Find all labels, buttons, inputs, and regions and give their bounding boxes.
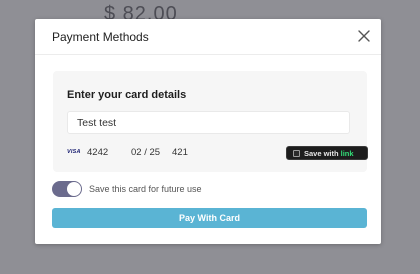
pay-with-card-button[interactable]: Pay With Card: [52, 208, 367, 228]
modal-title: Payment Methods: [52, 30, 149, 44]
modal-header: Payment Methods: [35, 19, 381, 55]
toggle-knob: [67, 182, 81, 196]
close-icon[interactable]: [357, 29, 371, 43]
card-details-heading: Enter your card details: [67, 89, 187, 101]
link-logo: link: [340, 148, 354, 158]
save-card-label: Save this card for future use: [89, 184, 202, 194]
link-checkbox-icon: [293, 149, 300, 157]
card-expiry-field[interactable]: 02 / 25: [131, 147, 160, 158]
save-card-toggle[interactable]: [52, 181, 82, 197]
save-with-link-button[interactable]: Save with link: [286, 146, 368, 160]
card-details-panel: Enter your card details VISA 4242 02 / 2…: [53, 71, 368, 172]
cardholder-name-input[interactable]: [67, 111, 350, 134]
card-cvc-field[interactable]: 421: [172, 147, 188, 158]
card-number-field[interactable]: 4242: [87, 147, 108, 158]
link-button-label: Save with: [304, 148, 339, 158]
payment-methods-modal: Payment Methods Enter your card details …: [35, 19, 381, 244]
visa-icon: VISA: [67, 149, 81, 155]
